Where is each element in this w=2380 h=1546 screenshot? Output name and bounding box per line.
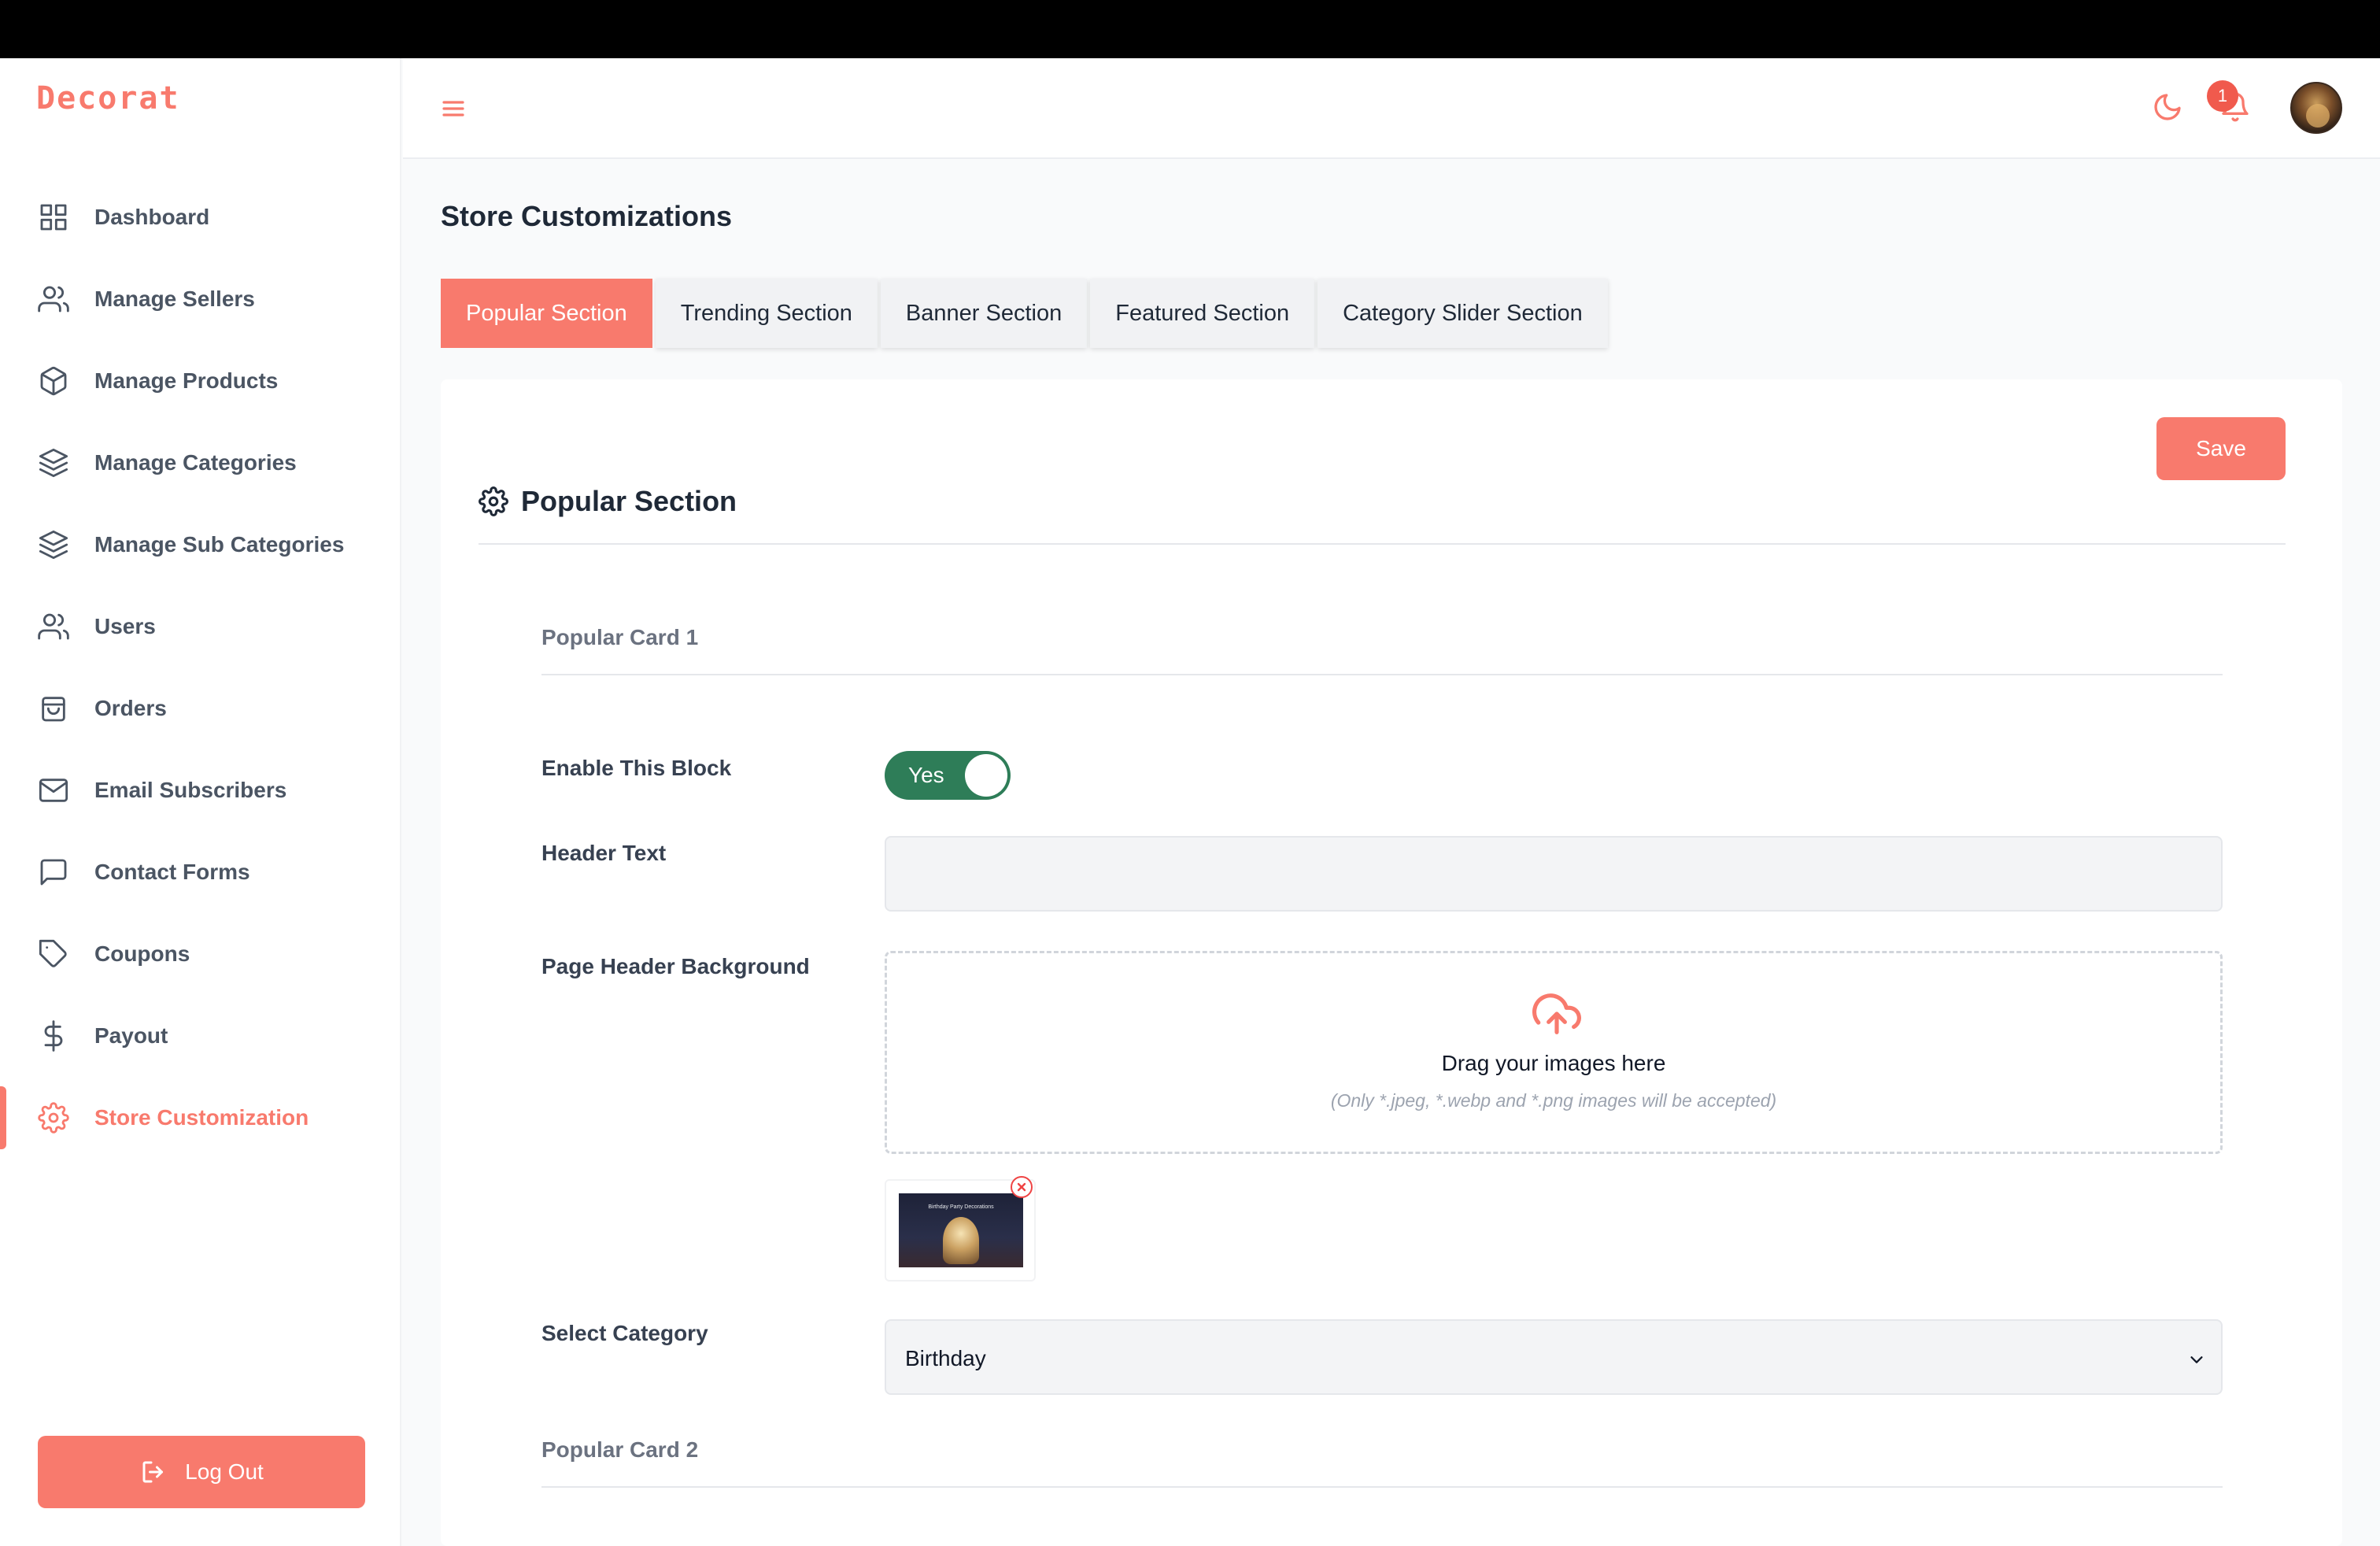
sidebar-item-label: Manage Products: [94, 368, 279, 393]
grid-icon: [36, 200, 71, 235]
thumbnail-image: Birthday Party Decorations: [899, 1193, 1023, 1267]
sidebar: Decorat Dashboard Manage Sellers Manage …: [0, 58, 401, 1546]
sidebar-item-label: Dashboard: [94, 205, 210, 229]
upload-cloud-icon: [1532, 993, 1581, 1034]
logout-label: Log Out: [185, 1459, 264, 1484]
enable-block-label: Enable This Block: [541, 756, 732, 780]
sidebar-item-label: Users: [94, 614, 156, 638]
settings-card: Save Popular Section Popular Card 1 Enab…: [441, 379, 2342, 1546]
shopping-bag-icon: [36, 691, 71, 726]
category-label: Select Category: [541, 1321, 708, 1345]
sidebar-item-store-customization[interactable]: Store Customization: [0, 1077, 401, 1159]
toggle-text: Yes: [908, 763, 944, 787]
tab-banner-section[interactable]: Banner Section: [880, 279, 1088, 348]
dollar-icon: [36, 1019, 71, 1053]
section-heading: Popular Section: [479, 485, 737, 518]
sidebar-item-label: Manage Categories: [94, 450, 297, 475]
dropzone-hint: (Only *.jpeg, *.webp and *.png images wi…: [1330, 1090, 1777, 1111]
section-title: Popular Section: [521, 485, 737, 517]
tag-icon: [36, 937, 71, 971]
tab-featured-section[interactable]: Featured Section: [1090, 279, 1315, 348]
sidebar-item-payout[interactable]: Payout: [0, 995, 401, 1077]
mail-icon: [36, 773, 71, 808]
sidebar-item-label: Email Subscribers: [94, 778, 287, 802]
card1-divider: [541, 674, 2223, 675]
sidebar-item-label: Contact Forms: [94, 860, 250, 884]
sidebar-item-orders[interactable]: Orders: [0, 668, 401, 749]
card2-divider: [541, 1486, 2223, 1488]
toggle-knob: [965, 754, 1007, 797]
header-text-label: Header Text: [541, 841, 667, 865]
sidebar-item-manage-sellers[interactable]: Manage Sellers: [0, 258, 401, 340]
remove-image-button[interactable]: [1011, 1176, 1033, 1198]
dark-mode-toggle[interactable]: [2152, 91, 2183, 123]
sidebar-item-users[interactable]: Users: [0, 586, 401, 668]
sidebar-item-label: Manage Sellers: [94, 287, 255, 311]
save-button[interactable]: Save: [2156, 417, 2286, 480]
thumbnail-figure: [943, 1217, 979, 1264]
app-logo[interactable]: Decorat: [36, 80, 180, 117]
gear-icon: [479, 486, 508, 516]
sidebar-item-label: Payout: [94, 1023, 168, 1048]
category-select[interactable]: Birthday: [885, 1319, 2223, 1395]
card1-heading: Popular Card 1: [541, 625, 699, 649]
card2-heading: Popular Card 2: [541, 1437, 699, 1462]
sidebar-item-email-subscribers[interactable]: Email Subscribers: [0, 749, 401, 831]
image-dropzone[interactable]: Drag your images here (Only *.jpeg, *.we…: [885, 951, 2223, 1154]
hamburger-icon: [442, 101, 464, 117]
gear-icon: [36, 1100, 71, 1135]
thumbnail-caption: Birthday Party Decorations: [928, 1204, 994, 1210]
notification-badge: 1: [2207, 80, 2238, 112]
logout-icon: [142, 1461, 164, 1483]
users-icon: [36, 282, 71, 316]
sidebar-item-label: Coupons: [94, 941, 190, 966]
dropzone-title: Drag your images here: [1441, 1051, 1666, 1075]
tab-category-slider-section[interactable]: Category Slider Section: [1318, 279, 1608, 348]
chevron-down-icon: [2190, 1356, 2203, 1363]
box-icon: [36, 364, 71, 398]
users-icon: [36, 609, 71, 644]
sidebar-nav: Dashboard Manage Sellers Manage Products…: [0, 176, 401, 1159]
uploaded-image-thumbnail: Birthday Party Decorations: [885, 1176, 1036, 1282]
tab-popular-section[interactable]: Popular Section: [441, 279, 652, 348]
logout-button[interactable]: Log Out: [38, 1436, 365, 1508]
moon-icon: [2154, 94, 2181, 120]
system-top-bar: [0, 0, 2380, 58]
sidebar-item-label: Store Customization: [94, 1105, 309, 1130]
tab-trending-section[interactable]: Trending Section: [655, 279, 878, 348]
category-selected-value: Birthday: [905, 1346, 986, 1370]
avatar[interactable]: [2290, 82, 2342, 134]
sidebar-item-manage-categories[interactable]: Manage Categories: [0, 422, 401, 504]
sidebar-item-label: Orders: [94, 696, 167, 720]
sidebar-item-manage-products[interactable]: Manage Products: [0, 340, 401, 422]
sidebar-item-dashboard[interactable]: Dashboard: [0, 176, 401, 258]
header-text-input[interactable]: [885, 836, 2223, 912]
sidebar-item-coupons[interactable]: Coupons: [0, 913, 401, 995]
sidebar-item-contact-forms[interactable]: Contact Forms: [0, 831, 401, 913]
layers-icon: [36, 446, 71, 480]
close-icon: [1017, 1182, 1026, 1192]
section-tabs: Popular Section Trending Section Banner …: [441, 279, 1608, 348]
message-square-icon: [36, 855, 71, 890]
sidebar-item-label: Manage Sub Categories: [94, 532, 345, 557]
menu-toggle-button[interactable]: [441, 96, 466, 121]
background-label: Page Header Background: [541, 954, 810, 978]
sidebar-item-manage-sub-categories[interactable]: Manage Sub Categories: [0, 504, 401, 586]
layers-icon: [36, 527, 71, 562]
top-header: 1: [403, 58, 2380, 159]
enable-block-toggle[interactable]: Yes: [885, 751, 1011, 800]
page-title: Store Customizations: [441, 200, 733, 232]
section-divider: [479, 543, 2286, 545]
